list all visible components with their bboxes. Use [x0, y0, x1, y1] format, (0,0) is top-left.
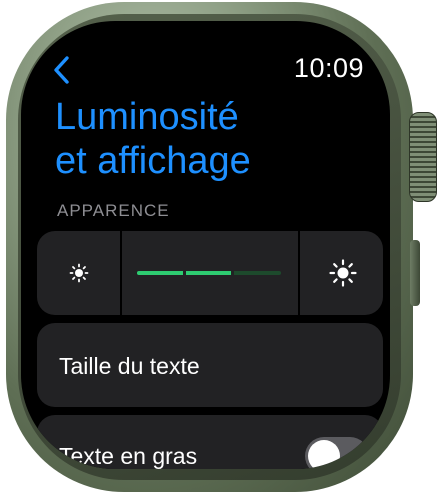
brightness-control [37, 231, 383, 315]
page-title-line1: Luminosité [55, 96, 239, 138]
sun-small-icon [69, 263, 88, 283]
chevron-left-icon[interactable] [51, 55, 73, 85]
watch-screen: 10:09 Luminosité et affichage APPARENCE [21, 21, 390, 469]
bold-text-toggle[interactable] [305, 437, 369, 469]
brightness-level-dividers [137, 270, 281, 276]
text-size-label: Taille du texte [59, 353, 200, 379]
bold-text-label: Texte en gras [59, 443, 198, 469]
page-title-line2: et affichage [55, 140, 251, 182]
bold-text-row[interactable]: Texte en gras [37, 415, 383, 469]
status-time: 10:09 [293, 53, 364, 83]
page-title: Luminosité et affichage [55, 95, 375, 183]
brightness-level-divider [183, 270, 187, 276]
section-header-appearance: APPARENCE [57, 201, 170, 220]
brightness-level[interactable] [122, 231, 296, 315]
digital-crown[interactable] [409, 112, 437, 202]
brightness-level-bar [137, 270, 281, 276]
toggle-knob [308, 440, 340, 469]
brightness-increase-button[interactable] [298, 231, 383, 315]
brightness-level-divider [231, 270, 235, 276]
brightness-decrease-button[interactable] [37, 231, 122, 315]
side-button[interactable] [410, 240, 420, 306]
sun-large-icon [328, 259, 357, 287]
text-size-row[interactable]: Taille du texte [37, 323, 383, 407]
